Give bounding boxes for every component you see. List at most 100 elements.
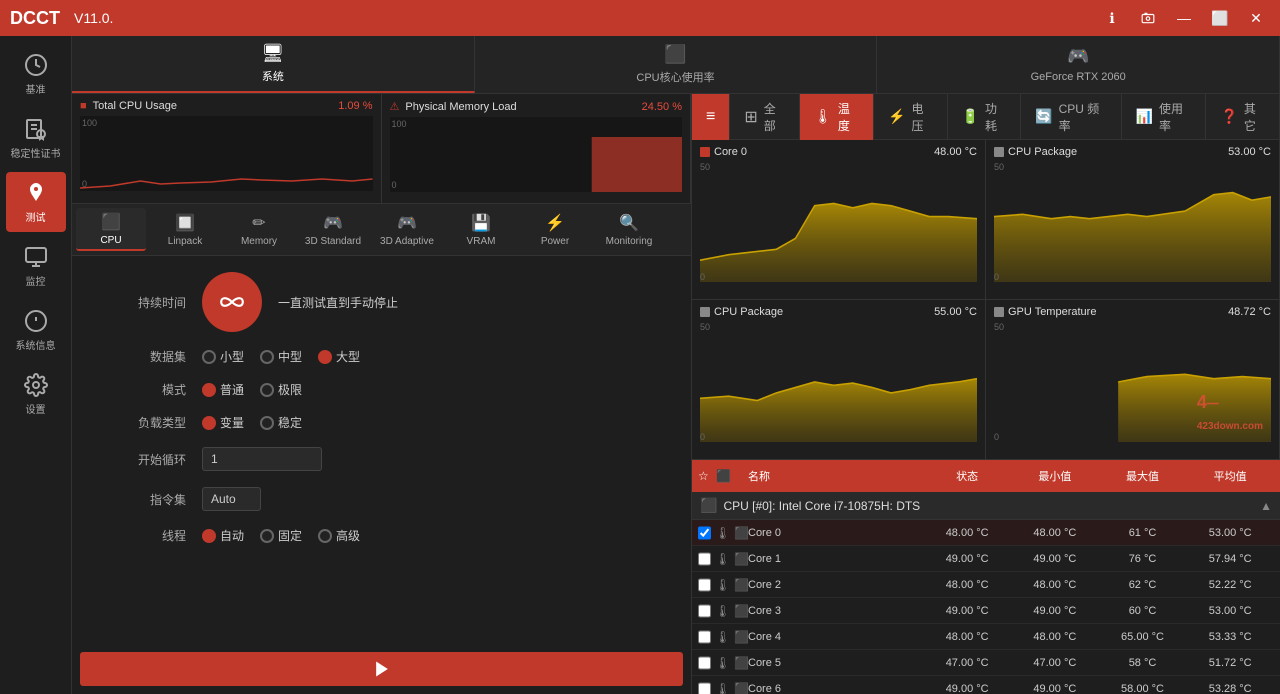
close-button[interactable]: ✕ — [1242, 4, 1270, 32]
row-checkbox[interactable] — [698, 552, 711, 566]
loop-input[interactable] — [202, 447, 322, 471]
mode-extreme-option[interactable]: 极限 — [260, 381, 302, 398]
row-max: 60 °C — [1099, 605, 1187, 617]
load-label: 负载类型 — [96, 414, 186, 431]
sidebar-item-test[interactable]: 测试 — [6, 172, 66, 232]
row-icons: 🌡 ⬛ — [698, 552, 748, 566]
nav-tab-system[interactable]: 🖥 系统 — [72, 36, 475, 93]
dataset-small-option[interactable]: 小型 — [202, 348, 244, 365]
cpupkg-mini-chart: 50 0 — [994, 162, 1271, 282]
cpu-usage-value: 1.09 % — [338, 100, 372, 112]
row-checkbox[interactable] — [698, 656, 711, 670]
thread-auto-radio[interactable] — [202, 529, 216, 543]
infinity-button[interactable] — [202, 272, 262, 332]
load-stable-option[interactable]: 稳定 — [260, 414, 302, 431]
row-checkbox[interactable] — [698, 630, 711, 644]
sidebar-item-settings[interactable]: 设置 — [6, 364, 66, 424]
thread-advanced-radio[interactable] — [318, 529, 332, 543]
load-stable-radio[interactable] — [260, 416, 274, 430]
gputemp-mini-chart: 50 0 — [994, 322, 1271, 442]
cpu-rows: 🌡 ⬛ Core 0 48.00 °C 48.00 °C 61 °C 53.00… — [692, 520, 1280, 694]
dataset-label: 数据集 — [96, 348, 186, 365]
cpu-usage-header: ■ Total CPU Usage 1.09 % — [80, 100, 373, 112]
gpu-icon: 🎮 — [1067, 46, 1089, 67]
right-tab-other[interactable]: ❓ 其它 — [1206, 94, 1280, 140]
load-variable-option[interactable]: 变量 — [202, 414, 244, 431]
row-status: 47.00 °C — [923, 657, 1011, 669]
th-status: 状态 — [923, 468, 1011, 484]
start-button[interactable] — [80, 652, 683, 686]
screenshot-button[interactable] — [1134, 4, 1162, 32]
menu-icon: ≡ — [706, 108, 715, 126]
right-tab-cpufreq[interactable]: 🔄 CPU 频率 — [1021, 94, 1121, 140]
tool-3dstandard[interactable]: 🎮 3D Standard — [298, 208, 368, 251]
sidebar-item-certificate[interactable]: 稳定性证书 — [6, 108, 66, 168]
right-tab-all[interactable]: ⊞ 全部 — [730, 94, 800, 140]
right-tab-usage[interactable]: 📊 使用率 — [1122, 94, 1207, 140]
right-tab-all-label: 全部 — [764, 100, 785, 134]
mode-normal-radio[interactable] — [202, 383, 216, 397]
nav-tab-gpu[interactable]: 🎮 GeForce RTX 2060 — [877, 36, 1280, 93]
mode-normal-option[interactable]: 普通 — [202, 381, 244, 398]
sidebar-label-monitor: 监控 — [26, 273, 46, 288]
thread-options: 自动 固定 高级 — [202, 527, 360, 544]
nav-tab-cpu[interactable]: ⬛ CPU核心使用率 — [475, 36, 878, 93]
minimize-button[interactable]: — — [1170, 4, 1198, 32]
dataset-large-option[interactable]: 大型 — [318, 348, 360, 365]
core0-chart-panel: Core 0 48.00 °C 50 0 — [692, 140, 986, 299]
row-name: Core 0 — [748, 527, 923, 539]
mode-extreme-label: 极限 — [278, 381, 302, 398]
row-checkbox[interactable] — [698, 604, 711, 618]
row-icons: 🌡 ⬛ — [698, 630, 748, 644]
tool-memory[interactable]: ✏ Memory — [224, 208, 294, 251]
th-min: 最小值 — [1011, 468, 1099, 484]
sidebar-item-monitor[interactable]: 监控 — [6, 236, 66, 296]
thread-fixed-option[interactable]: 固定 — [260, 527, 302, 544]
row-checkbox[interactable] — [698, 526, 711, 540]
app-version: V11.0. — [74, 10, 113, 26]
nav-tab-cpu-label: CPU核心使用率 — [636, 69, 714, 85]
dataset-medium-radio[interactable] — [260, 350, 274, 364]
row-icons: 🌡 ⬛ — [698, 682, 748, 694]
thread-advanced-option[interactable]: 高级 — [318, 527, 360, 544]
info-button[interactable]: ℹ — [1098, 4, 1126, 32]
table-header: ☆ ⬛ 名称 状态 最小值 最大值 平均值 — [692, 460, 1280, 492]
row-icons: 🌡 ⬛ — [698, 526, 748, 540]
right-tab-power[interactable]: 🔋 功耗 — [948, 94, 1022, 140]
right-tab-menu[interactable]: ≡ — [692, 94, 730, 140]
sidebar-item-sysinfo[interactable]: 系统信息 — [6, 300, 66, 360]
right-tab-voltage[interactable]: ⚡ 电压 — [874, 94, 948, 140]
usage-bars: ■ Total CPU Usage 1.09 % 100 0 — [72, 94, 691, 204]
mode-extreme-radio[interactable] — [260, 383, 274, 397]
restore-button[interactable]: ⬜ — [1206, 4, 1234, 32]
row-checkbox[interactable] — [698, 578, 711, 592]
tool-monitoring[interactable]: 🔍 Monitoring — [594, 208, 664, 251]
linpack-tool-label: Linpack — [168, 236, 202, 247]
duration-row: 持续时间 一直测试直到手动停止 — [96, 272, 667, 332]
row-name: Core 4 — [748, 631, 923, 643]
thread-auto-option[interactable]: 自动 — [202, 527, 244, 544]
dataset-large-radio[interactable] — [318, 350, 332, 364]
right-tab-temp[interactable]: 🌡 温度 — [800, 94, 874, 140]
tool-power[interactable]: ⚡ Power — [520, 208, 590, 251]
cpupkg-chart-title: CPU Package — [994, 146, 1077, 158]
row-checkbox[interactable] — [698, 682, 711, 694]
th-name: 名称 — [748, 468, 923, 484]
dataset-medium-option[interactable]: 中型 — [260, 348, 302, 365]
sidebar-item-baseline[interactable]: 基准 — [6, 44, 66, 104]
dataset-small-radio[interactable] — [202, 350, 216, 364]
tool-linpack[interactable]: 🔲 Linpack — [150, 208, 220, 251]
tool-cpu[interactable]: ⬛ CPU — [76, 208, 146, 251]
mode-label: 模式 — [96, 381, 186, 398]
right-tab-cpufreq-label: CPU 频率 — [1059, 100, 1107, 134]
thread-fixed-radio[interactable] — [260, 529, 274, 543]
tool-3dadaptive[interactable]: 🎮 3D Adaptive — [372, 208, 442, 251]
tool-vram[interactable]: 💾 VRAM — [446, 208, 516, 251]
load-variable-radio[interactable] — [202, 416, 216, 430]
cpu-usage-section: ■ Total CPU Usage 1.09 % 100 0 — [72, 94, 382, 203]
instruction-select[interactable]: Auto — [202, 487, 261, 511]
group-collapse-icon[interactable]: ▲ — [1260, 499, 1272, 513]
cpu-group-header[interactable]: ⬛ CPU [#0]: Intel Core i7-10875H: DTS ▲ — [692, 492, 1280, 520]
cpupkg2-y50: 50 — [700, 322, 710, 332]
mode-row: 模式 普通 极限 — [96, 381, 667, 398]
